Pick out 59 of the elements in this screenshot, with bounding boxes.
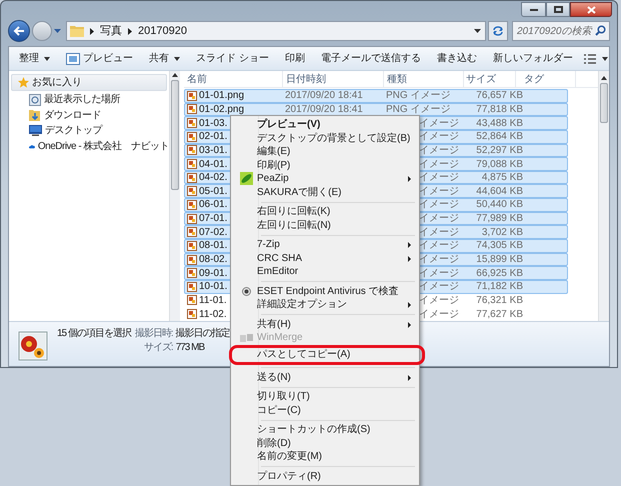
size-cell: 44,604 KB (476, 186, 523, 197)
file-name: 04-01. (199, 158, 228, 172)
file-name: 10-01. (199, 280, 228, 294)
type-cell: PNG イメージ (386, 90, 450, 102)
type-cell: イメージ (419, 158, 459, 170)
file-name: 11-01. (199, 294, 227, 308)
file-name: 09-01. (199, 266, 228, 281)
size-cell: 74,305 KB (476, 240, 523, 252)
file-name: 03-01. (199, 144, 228, 158)
favorites-label: お気に入り (32, 76, 82, 90)
size-cell: 52,297 KB (476, 144, 523, 156)
size-cell: 77,627 KB (476, 308, 523, 320)
type-cell: イメージ (419, 308, 459, 320)
file-name: 11-02. (199, 308, 227, 322)
type-cell: PNG イメージ (386, 104, 450, 115)
type-cell: イメージ (419, 254, 459, 266)
file-name: 01-01.png (199, 89, 244, 104)
file-name: 07-01. (199, 212, 228, 226)
size-cell: 52,864 KB (476, 131, 523, 142)
type-cell: イメージ (419, 118, 459, 129)
type-cell: イメージ (419, 172, 459, 184)
file-name: 01-03. (199, 116, 228, 131)
type-cell: イメージ (419, 213, 459, 224)
file-name: 08-01. (199, 239, 228, 254)
detail-label: サイズ: (142, 341, 173, 355)
file-name: 06-01. (199, 198, 228, 212)
detail-value: 773 MB (176, 341, 206, 355)
type-cell: イメージ (419, 240, 459, 252)
type-cell: イメージ (419, 186, 459, 197)
file-name: 01-02.png (199, 102, 244, 117)
size-cell: 43,488 KB (476, 118, 523, 129)
selection-count: 15 個の項目を選択 (57, 327, 131, 341)
size-cell: 50,440 KB (476, 199, 523, 210)
type-cell: イメージ (419, 226, 459, 238)
file-name: 04-02. (199, 171, 228, 186)
detail-label: 撮影日時: (134, 327, 173, 341)
date-cell: 2017/09/20 18:41 (285, 90, 363, 102)
size-cell: 76,657 KB (476, 90, 523, 102)
type-cell: イメージ (419, 199, 459, 210)
size-cell: 77,818 KB (476, 104, 523, 115)
size-cell: 66,925 KB (476, 268, 523, 279)
type-cell: イメージ (419, 294, 459, 306)
type-cell: イメージ (419, 281, 459, 292)
file-name: 02-01. (199, 130, 228, 144)
size-cell: 77,989 KB (476, 213, 523, 224)
size-cell: 71,182 KB (476, 281, 523, 292)
detail-value: 撮影日の指定 (176, 327, 230, 341)
type-cell: イメージ (419, 144, 459, 156)
type-cell: イメージ (419, 131, 459, 142)
size-cell: 3,702 KB (482, 226, 523, 238)
file-name: 07-02. (199, 226, 228, 240)
date-cell: 2017/09/20 18:41 (285, 104, 363, 115)
size-cell: 76,321 KB (476, 294, 523, 306)
file-name: 08-02. (199, 253, 228, 268)
size-cell: 15,899 KB (476, 254, 523, 266)
size-cell: 4,875 KB (482, 172, 523, 184)
file-name: 05-01. (199, 184, 228, 199)
type-cell: イメージ (419, 268, 459, 279)
size-cell: 79,088 KB (476, 158, 523, 170)
